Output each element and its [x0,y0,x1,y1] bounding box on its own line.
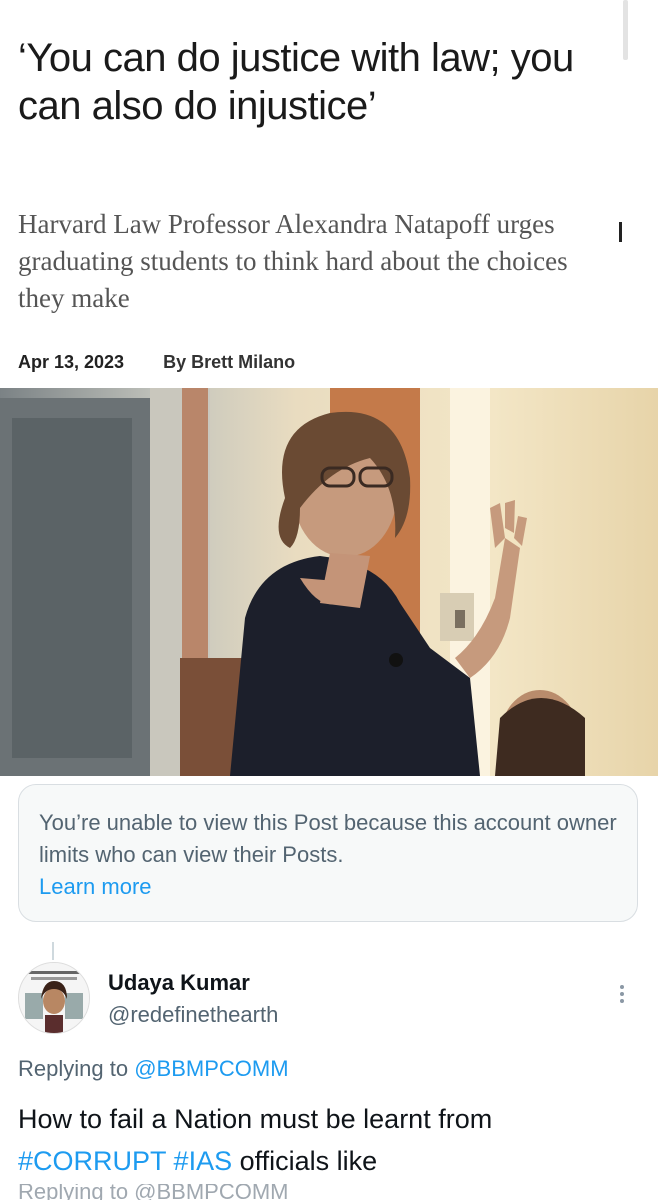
next-reply-cutoff: Replying to @BBMPCOMM [18,1184,289,1200]
post-author-name[interactable]: Udaya Kumar [108,970,250,996]
avatar-image [19,963,89,1033]
text-cursor [619,222,622,242]
post-text: How to fail a Nation must be learnt from… [18,1098,638,1182]
hashtag-ias-link[interactable]: #IAS [174,1146,233,1176]
article-subhead: Harvard Law Professor Alexandra Natapoff… [18,209,568,313]
article-date: Apr 13, 2023 [18,352,125,372]
avatar[interactable] [18,962,90,1034]
learn-more-link[interactable]: Learn more [39,871,152,903]
article-photo [0,388,658,776]
post-text-start: How to fail a Nation must be learnt from [18,1104,493,1134]
article-headline: ‘You can do justice with law; you can al… [18,36,574,128]
more-options-button[interactable] [612,982,632,1010]
hashtag-corrupt-link[interactable]: #CORRUPT [18,1146,166,1176]
scroll-indicator [623,0,628,60]
replying-to-line: Replying to @BBMPCOMM [18,1056,289,1082]
article-byline: By Brett Milano [163,352,296,372]
post-author-handle[interactable]: @redefinethearth [108,1002,278,1028]
replying-mention-link[interactable]: @BBMPCOMM [134,1056,288,1081]
professor-photo-illustration [0,388,658,776]
notice-text: You’re unable to view this Post because … [39,810,617,867]
replying-prefix: Replying to [18,1056,129,1081]
more-vertical-icon [620,985,624,1003]
article-meta: Apr 13, 2023 By Brett Milano [18,352,295,373]
thread-connector-line [52,942,54,960]
restricted-post-notice: You’re unable to view this Post because … [18,784,638,922]
post-text-end: officials like [239,1146,378,1176]
